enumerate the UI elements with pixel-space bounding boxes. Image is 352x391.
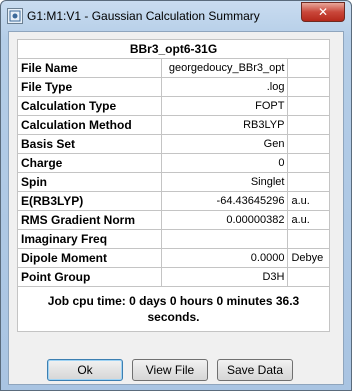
- title-bar[interactable]: G1:M1:V1 - Gaussian Calculation Summary …: [1, 1, 351, 29]
- row-unit: [287, 77, 330, 97]
- close-button[interactable]: ✕: [301, 2, 345, 22]
- row-value: 0.0000: [160, 248, 289, 268]
- row-value: -64.43645296: [160, 191, 289, 211]
- row-label: Point Group: [17, 267, 162, 287]
- table-row: Point Group D3H: [17, 267, 330, 287]
- row-value: .log: [160, 77, 289, 97]
- row-label: Calculation Method: [17, 115, 162, 135]
- close-icon: ✕: [317, 5, 329, 19]
- row-label: RMS Gradient Norm: [17, 210, 162, 230]
- row-label: E(RB3LYP): [17, 191, 162, 211]
- row-unit: [287, 115, 330, 135]
- row-label: File Name: [17, 58, 162, 78]
- dialog-client-area: BBr3_opt6-31G File Name georgedoucy_BBr3_…: [8, 31, 344, 385]
- row-label: File Type: [17, 77, 162, 97]
- table-row: RMS Gradient Norm 0.00000382 a.u.: [17, 210, 330, 230]
- row-label: Spin: [17, 172, 162, 192]
- cpu-time-text: Job cpu time: 0 days 0 hours 0 minutes 3…: [17, 286, 330, 332]
- row-value: FOPT: [160, 96, 289, 116]
- row-label: Calculation Type: [17, 96, 162, 116]
- table-row: Dipole Moment 0.0000 Debye: [17, 248, 330, 268]
- row-unit: [287, 267, 330, 287]
- table-row: Calculation Type FOPT: [17, 96, 330, 116]
- row-unit: [287, 134, 330, 154]
- job-name-header: BBr3_opt6-31G: [17, 39, 330, 59]
- row-unit: Debye: [287, 248, 330, 268]
- table-row: Imaginary Freq: [17, 229, 330, 249]
- row-unit: [287, 172, 330, 192]
- summary-header-row: BBr3_opt6-31G: [17, 39, 330, 59]
- row-unit: [287, 58, 330, 78]
- row-value: georgedoucy_BBr3_opt: [160, 58, 289, 78]
- row-unit: a.u.: [287, 210, 330, 230]
- row-label: Dipole Moment: [17, 248, 162, 268]
- row-unit: [287, 229, 330, 249]
- row-unit: [287, 153, 330, 173]
- gaussview-app-icon[interactable]: [7, 8, 23, 24]
- row-label: Imaginary Freq: [17, 229, 162, 249]
- table-row: Calculation Method RB3LYP: [17, 115, 330, 135]
- row-value: Gen: [160, 134, 289, 154]
- row-value: 0.00000382: [160, 210, 289, 230]
- row-value: Singlet: [160, 172, 289, 192]
- view-file-button[interactable]: View File: [132, 359, 208, 381]
- cpu-time-row: Job cpu time: 0 days 0 hours 0 minutes 3…: [17, 286, 330, 332]
- row-value: D3H: [160, 267, 289, 287]
- table-row: Basis Set Gen: [17, 134, 330, 154]
- row-unit: a.u.: [287, 191, 330, 211]
- row-unit: [287, 96, 330, 116]
- window-title: G1:M1:V1 - Gaussian Calculation Summary: [27, 9, 260, 23]
- table-row: Spin Singlet: [17, 172, 330, 192]
- row-label: Basis Set: [17, 134, 162, 154]
- table-row: E(RB3LYP) -64.43645296 a.u.: [17, 191, 330, 211]
- summary-table: BBr3_opt6-31G File Name georgedoucy_BBr3_…: [17, 39, 330, 332]
- row-label: Charge: [17, 153, 162, 173]
- table-row: Charge 0: [17, 153, 330, 173]
- row-value: 0: [160, 153, 289, 173]
- save-data-button[interactable]: Save Data: [217, 359, 293, 381]
- table-row: File Type .log: [17, 77, 330, 97]
- table-row: File Name georgedoucy_BBr3_opt: [17, 58, 330, 78]
- row-value: RB3LYP: [160, 115, 289, 135]
- row-value: [160, 229, 289, 249]
- gaussian-summary-window: G1:M1:V1 - Gaussian Calculation Summary …: [0, 0, 352, 391]
- ok-button[interactable]: Ok: [47, 359, 123, 381]
